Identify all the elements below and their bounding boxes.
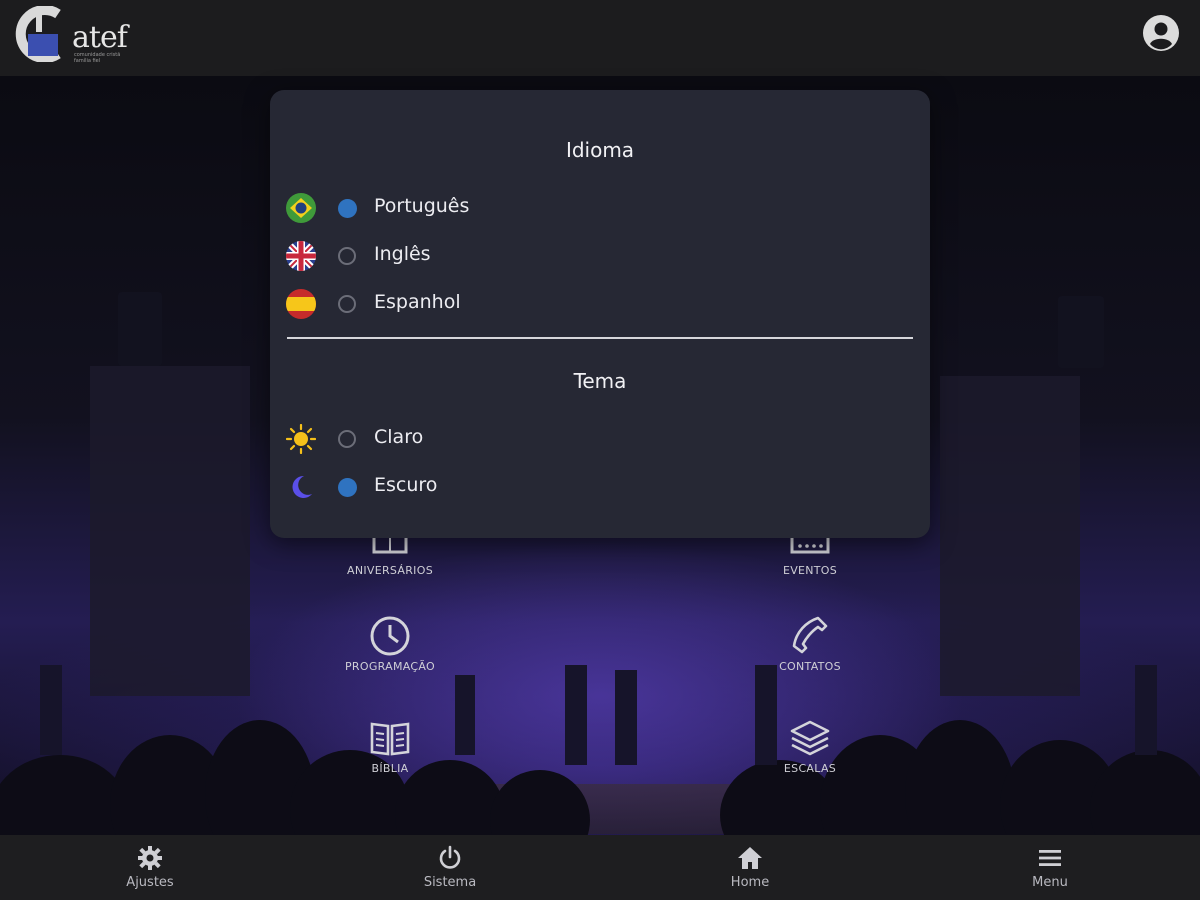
account-avatar[interactable] — [1142, 14, 1180, 52]
nav-label: Home — [730, 875, 770, 890]
theme-option-claro[interactable]: Claro — [286, 421, 686, 457]
brazil-flag-icon — [286, 193, 316, 223]
sun-icon — [286, 424, 316, 454]
menu-item-label: BÍBLIA — [371, 762, 409, 775]
nav-menu[interactable]: Menu — [990, 845, 1110, 890]
menu-item-label: PROGRAMAÇÃO — [345, 660, 435, 673]
moon-icon — [292, 475, 312, 498]
stage-pillar-left — [90, 366, 250, 696]
menu-item-label: EVENTOS — [782, 564, 838, 577]
menu-item-escalas[interactable]: ESCALAS — [730, 716, 890, 775]
menu-item-label: ESCALAS — [783, 762, 837, 775]
nav-label: Menu — [1032, 875, 1068, 890]
app-logo: atef comunidade cristã família fiel — [14, 5, 128, 64]
theme-option-label: Escuro — [374, 474, 438, 496]
uk-flag-icon — [286, 241, 316, 271]
nav-ajustes[interactable]: Ajustes — [90, 845, 210, 890]
logo-subtitle: comunidade cristã família fiel — [74, 52, 121, 64]
menu-item-label: CONTATOS — [779, 660, 841, 673]
language-option-ingles[interactable]: Inglês — [286, 238, 686, 274]
section-divider — [287, 337, 913, 339]
crowd-silhouette — [0, 665, 1200, 835]
language-radio-portugues[interactable] — [338, 199, 357, 218]
hamburger-icon — [1039, 850, 1061, 866]
theme-radio-escuro[interactable] — [338, 478, 357, 497]
language-section-title: Idioma — [565, 138, 635, 162]
clock-icon — [370, 616, 410, 656]
bottom-navigation-bar: Ajustes Sistema Home Menu — [0, 835, 1200, 900]
language-radio-espanhol[interactable] — [338, 295, 356, 313]
menu-item-label: ANIVERSÁRIOS — [347, 564, 433, 577]
home-icon — [738, 847, 762, 869]
phone-icon — [792, 616, 828, 654]
settings-dialog: Idioma Português Inglês Espanhol Tema Cl… — [270, 90, 930, 538]
language-option-portugues[interactable]: Português — [286, 190, 686, 226]
speaker-right — [1058, 296, 1104, 368]
user-circle-icon — [1143, 15, 1179, 51]
language-option-label: Espanhol — [374, 291, 461, 313]
nav-sistema[interactable]: Sistema — [390, 845, 510, 890]
nav-label: Sistema — [423, 875, 477, 890]
book-icon — [370, 722, 410, 756]
menu-item-biblia[interactable]: BÍBLIA — [310, 716, 470, 775]
language-option-label: Inglês — [374, 243, 431, 265]
gear-icon — [138, 846, 162, 870]
power-icon — [439, 845, 461, 869]
nav-label: Ajustes — [126, 875, 174, 890]
top-app-bar: atef comunidade cristã família fiel — [0, 0, 1200, 76]
layers-icon — [790, 720, 830, 756]
theme-section-title: Tema — [573, 369, 627, 393]
stage-pillar-right — [940, 376, 1080, 696]
spain-flag-icon — [286, 289, 316, 319]
logo-wordmark: atef — [72, 20, 128, 55]
speaker-left — [118, 292, 162, 366]
nav-home[interactable]: Home — [690, 845, 810, 890]
theme-option-label: Claro — [374, 426, 424, 448]
theme-radio-claro[interactable] — [338, 430, 356, 448]
menu-item-programacao[interactable]: PROGRAMAÇÃO — [310, 614, 470, 673]
language-option-espanhol[interactable]: Espanhol — [286, 286, 686, 322]
language-option-label: Português — [374, 195, 470, 217]
theme-option-escuro[interactable]: Escuro — [286, 469, 686, 505]
menu-item-contatos[interactable]: CONTATOS — [730, 614, 890, 673]
language-radio-ingles[interactable] — [338, 247, 356, 265]
